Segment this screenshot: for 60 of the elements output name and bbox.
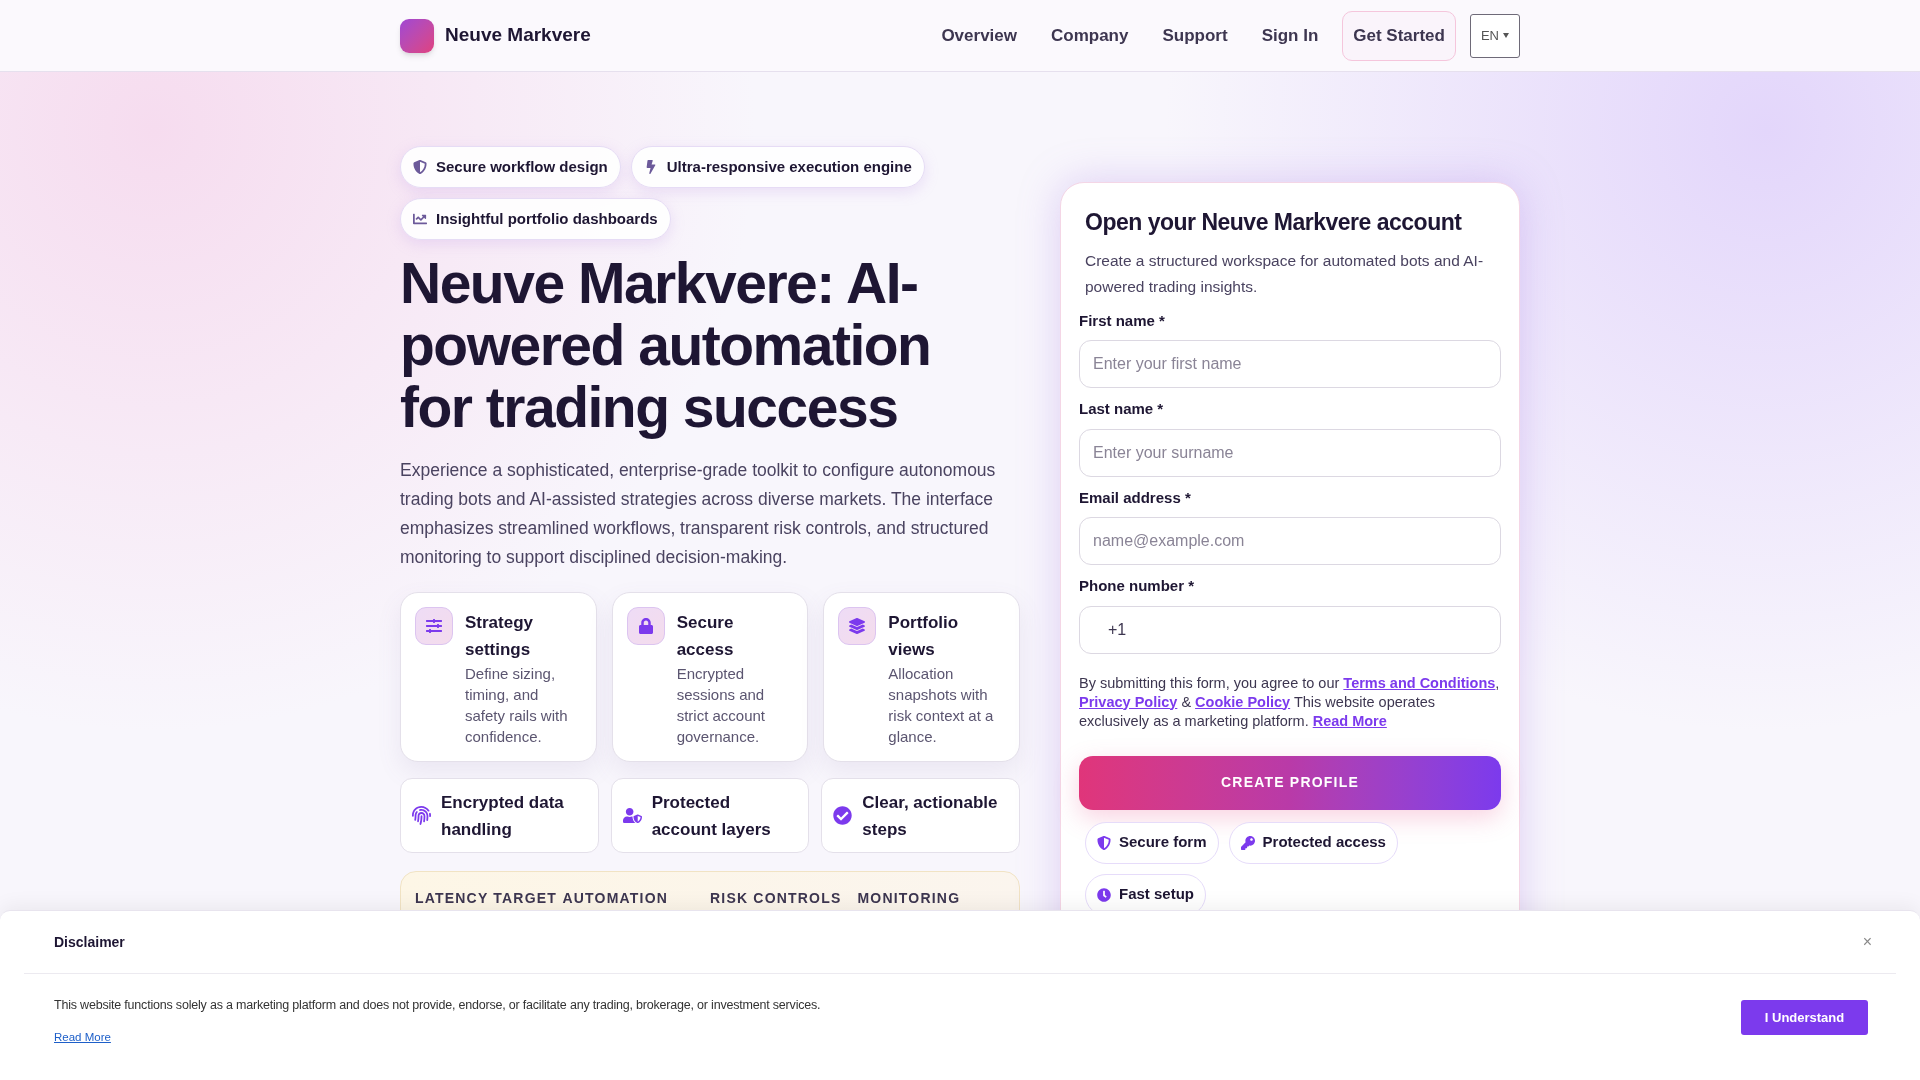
field-label: Email address * xyxy=(1079,487,1192,508)
sliders-icon xyxy=(426,618,442,634)
key-icon xyxy=(1240,835,1255,850)
shield-icon xyxy=(1097,835,1111,850)
form-title: Open your Neuve Markvere account xyxy=(1084,208,1463,237)
stat-label: AUTOMATION xyxy=(562,889,670,908)
caret-icon xyxy=(1503,33,1509,38)
policy-link[interactable]: Cookie Policy xyxy=(1195,693,1291,710)
form-subtitle: Create a structured workspace for automated bots and AI-powered trading insights. xyxy=(1084,250,1485,297)
feature-title: Portfolio views xyxy=(888,612,960,661)
field-label: First name * xyxy=(1079,310,1166,331)
badge-label: Ultra-responsive execution engine xyxy=(666,156,912,177)
hero-heading: Neuve Markvere: AI-powered automation for trading success xyxy=(400,252,932,438)
user-shield-icon xyxy=(622,806,642,825)
phone-input-field[interactable]: +1 xyxy=(1079,605,1501,654)
feature-title: Strategy settings xyxy=(465,612,535,661)
lock-icon xyxy=(637,618,654,634)
policy-link[interactable]: Privacy Policy xyxy=(1079,693,1178,710)
pill-label: Fast setup xyxy=(1119,884,1194,905)
consent-text: By submitting this form, you agree to our Terms and Conditions, Privacy Policy & Cookie Policy This website operates exclusively as a marketing platform. Read More xyxy=(1079,673,1501,731)
hero-description: Experience a sophisticated, enterprise-grade toolkit to configure autonomous trading bots and AI-assisted strategies across diverse markets. The interface emphasizes streamlined workflows, transparent risk controls, and structured monitoring to support disciplined decision-making. xyxy=(400,459,997,569)
get-started-button[interactable]: Get Started xyxy=(1342,10,1456,61)
field-label: Last name * xyxy=(1079,399,1165,419)
feature-description: Allocation snapshots with risk context at a glance. xyxy=(888,664,995,747)
highlight-text: Protected account layers xyxy=(651,791,772,841)
stat-label: LATENCY TARGET xyxy=(415,889,559,908)
badge-label: Insightful portfolio dashboards xyxy=(436,208,658,229)
pill-label: Protected access xyxy=(1262,832,1386,853)
nav-link[interactable]: Support xyxy=(1162,22,1228,49)
nav-link[interactable]: Sign In xyxy=(1261,22,1319,49)
close-button[interactable]: × xyxy=(1862,930,1872,954)
create-profile-button[interactable]: CREATE PROFILE xyxy=(1079,755,1501,810)
pill-label: Secure form xyxy=(1119,832,1207,853)
feature-description: Define sizing, timing, and safety rails with confidence. xyxy=(465,664,569,747)
stat-label: MONITORING xyxy=(857,889,962,908)
field-label: Phone number * xyxy=(1079,576,1195,596)
brand-name: Neuve Markvere xyxy=(445,23,591,48)
nav-link[interactable]: Overview xyxy=(941,22,1017,49)
input-field[interactable]: Enter your first name xyxy=(1079,340,1501,388)
input-field[interactable]: Enter your surname xyxy=(1079,428,1501,477)
clock-icon xyxy=(1097,887,1111,902)
shield-icon xyxy=(413,160,427,174)
badge-label: Secure workflow design xyxy=(436,156,608,177)
disclaimer-title: Disclaimer xyxy=(54,932,125,952)
feature-title: Secure access xyxy=(676,612,735,661)
highlight-text: Encrypted data handling xyxy=(441,791,565,841)
read-more-link[interactable]: Read More xyxy=(54,1028,111,1046)
language-selector[interactable]: EN xyxy=(1469,13,1520,58)
logo-icon xyxy=(400,18,434,53)
highlight-text: Clear, actionable steps xyxy=(862,791,999,841)
disclaimer-text: This website functions solely as a marketing platform and does not provide, endorse, or facilitate any trading, brokerage, or investment services. xyxy=(54,997,821,1014)
fingerprint-icon xyxy=(412,806,431,825)
layers-icon xyxy=(849,618,866,634)
input-field[interactable]: name@example.com xyxy=(1079,517,1501,565)
line-chart-icon xyxy=(413,212,427,226)
understand-button[interactable]: I Understand xyxy=(1741,1000,1868,1035)
policy-link[interactable]: Read More xyxy=(1312,712,1387,729)
feature-description: Encrypted sessions and strict account governance. xyxy=(676,664,767,747)
stat-label: RISK CONTROLS xyxy=(710,889,843,908)
nav-link[interactable]: Company xyxy=(1051,22,1129,49)
